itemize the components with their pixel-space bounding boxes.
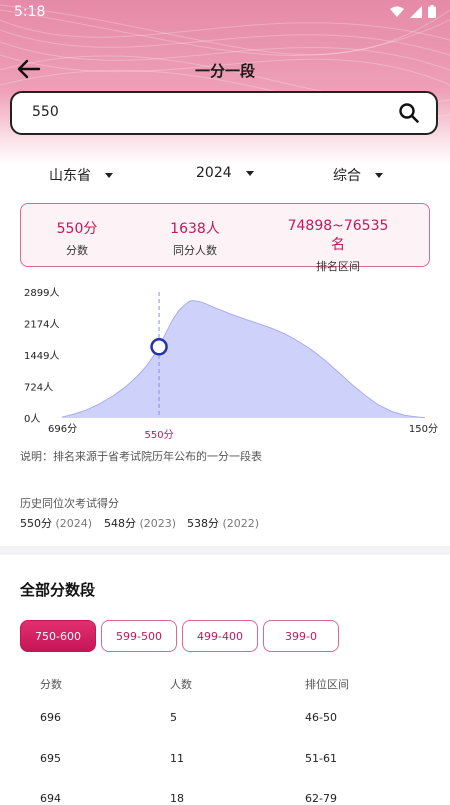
y-tick-label: 2174人	[24, 319, 59, 331]
cell-score: 695	[40, 752, 61, 765]
score-distribution-chart: 2899人 2174人 1449人 724人 0人 696分 150分 550分	[24, 287, 438, 441]
history-year: (2023)	[139, 517, 177, 530]
year-dropdown[interactable]: 2024	[196, 165, 254, 181]
column-header-rank: 排位区间	[305, 678, 349, 691]
score-summary-card: 550分 分数 1638人 同分人数 74898~76535名 排名区间	[20, 203, 430, 273]
y-tick-label: 2899人	[24, 287, 59, 299]
section-title: 全部分数段	[20, 581, 96, 599]
cell-count: 11	[170, 752, 184, 765]
search-box	[10, 91, 438, 135]
source-note: 说明：排名来源于省考试院历年公布的一分一段表	[20, 450, 262, 463]
province-dropdown[interactable]: 山东省	[49, 165, 113, 185]
marker-label: 550分	[145, 429, 174, 441]
stat-value: 550分	[56, 221, 98, 237]
section-divider	[0, 546, 450, 555]
cell-score: 694	[40, 792, 61, 805]
status-time: 5:18	[14, 4, 46, 20]
tab-range-499-400[interactable]: 499-400	[182, 620, 258, 652]
stat-label: 分数	[66, 244, 88, 257]
x-end-label: 150分	[409, 423, 438, 435]
battery-icon	[428, 5, 436, 18]
year-value: 2024	[196, 165, 232, 181]
search-input[interactable]	[30, 103, 374, 121]
stat-same-score-count: 1638人 同分人数	[160, 218, 230, 258]
category-dropdown[interactable]: 综合	[333, 165, 383, 185]
stat-score: 550分 分数	[51, 218, 103, 258]
stat-value: 1638人	[170, 221, 220, 237]
cell-rank: 51-61	[305, 752, 337, 765]
cell-rank: 62-79	[305, 792, 337, 805]
caret-down-icon	[245, 170, 254, 176]
y-tick-label: 0人	[24, 413, 40, 425]
province-value: 山东省	[49, 168, 91, 184]
search-button[interactable]	[398, 102, 422, 126]
stat-label: 同分人数	[173, 244, 217, 257]
wifi-icon	[390, 6, 404, 17]
cell-rank: 46-50	[305, 711, 337, 724]
cell-count: 5	[170, 711, 177, 724]
top-bar: 一分一段	[0, 48, 450, 92]
category-value: 综合	[333, 168, 361, 184]
history-item: 538分 (2022)	[187, 515, 259, 531]
y-tick-label: 1449人	[24, 350, 59, 362]
stat-rank-range: 74898~76535名 排名区间	[283, 218, 393, 274]
caret-down-icon	[375, 172, 383, 178]
signal-icon	[410, 5, 422, 18]
history-item: 548分 (2023)	[104, 515, 176, 531]
score-marker	[150, 338, 168, 356]
history-year: (2022)	[222, 517, 260, 530]
stat-label: 排名区间	[316, 260, 360, 273]
history-score: 548分	[104, 517, 136, 530]
history-year: (2024)	[55, 517, 93, 530]
filter-bar: 山东省 2024 综合	[0, 160, 450, 190]
x-start-label: 696分	[48, 423, 77, 435]
tab-range-399-0[interactable]: 399-0	[263, 620, 339, 652]
caret-down-icon	[105, 172, 113, 178]
column-header-count: 人数	[170, 678, 192, 691]
history-score: 538分	[187, 517, 219, 530]
history-title: 历史同位次考试得分	[20, 497, 119, 510]
history-score: 550分	[20, 517, 52, 530]
y-tick-label: 724人	[24, 382, 53, 394]
status-bar: 5:18	[0, 0, 450, 26]
history-item: 550分 (2024)	[20, 515, 92, 531]
search-icon	[399, 103, 419, 123]
tab-range-599-500[interactable]: 599-500	[101, 620, 177, 652]
cell-count: 18	[170, 792, 184, 805]
stat-value: 74898~76535名	[287, 218, 389, 253]
page-title: 一分一段	[194, 62, 255, 80]
tab-range-750-600[interactable]: 750-600	[20, 620, 96, 652]
cell-score: 696	[40, 711, 61, 724]
column-header-score: 分数	[40, 678, 62, 691]
